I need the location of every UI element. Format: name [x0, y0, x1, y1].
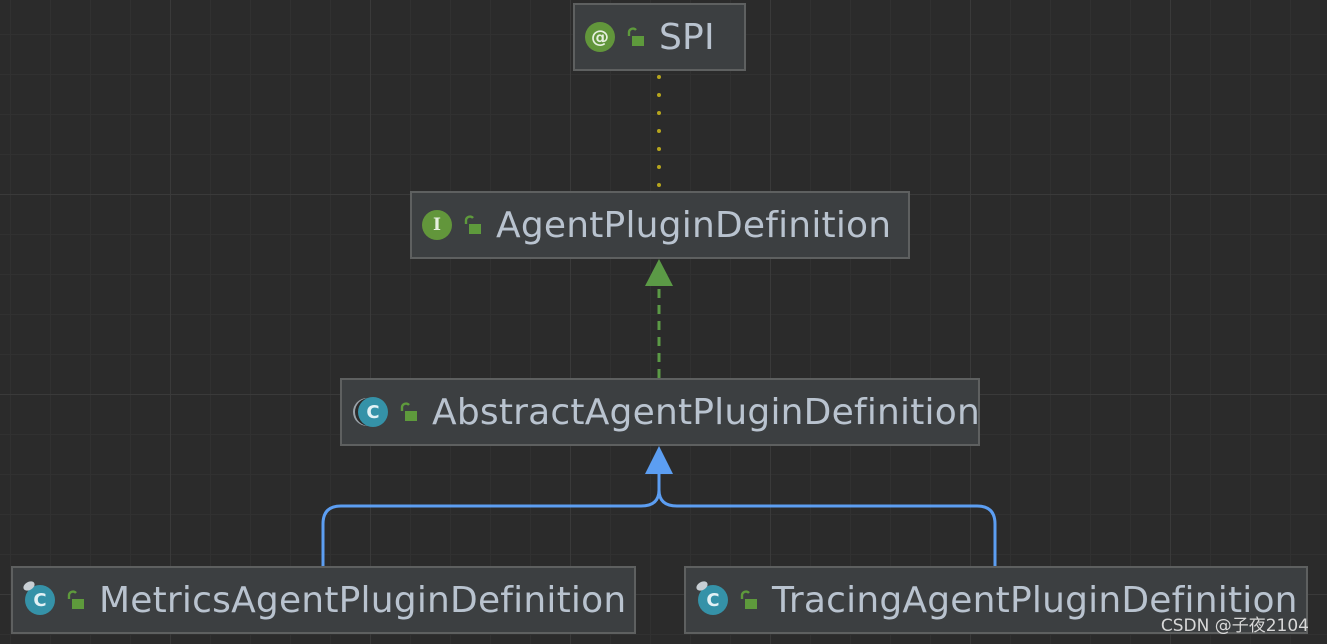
interface-icon: I [422, 210, 452, 240]
unlocked-padlock-icon [740, 590, 757, 609]
node-spi[interactable]: @ SPI [573, 3, 746, 71]
final-class-icon: C [25, 585, 55, 615]
node-metrics-agent-plugin-definition[interactable]: C MetricsAgentPluginDefinition [11, 566, 636, 634]
node-label: AbstractAgentPluginDefinition [432, 391, 980, 433]
node-agent-plugin-definition[interactable]: I AgentPluginDefinition [410, 191, 910, 259]
node-label: AgentPluginDefinition [496, 204, 892, 246]
edge-extends-tracing [657, 474, 997, 566]
node-abstract-agent-plugin-definition[interactable]: C AbstractAgentPluginDefinition [340, 378, 980, 446]
unlocked-padlock-icon [627, 27, 644, 46]
node-label: SPI [659, 16, 715, 58]
unlocked-padlock-icon [464, 215, 481, 234]
edge-extends-metrics [321, 474, 661, 566]
extends-arrowhead [645, 446, 673, 474]
abstract-class-icon: C [358, 397, 388, 427]
watermark: CSDN @子夜2104 [1160, 616, 1309, 636]
annotation-icon: @ [585, 22, 615, 52]
implements-arrowhead [645, 259, 673, 286]
unlocked-padlock-icon [67, 590, 84, 609]
unlocked-padlock-icon [400, 402, 417, 421]
final-class-icon: C [698, 585, 728, 615]
connector-layer [321, 75, 997, 566]
node-label: MetricsAgentPluginDefinition [99, 579, 627, 621]
